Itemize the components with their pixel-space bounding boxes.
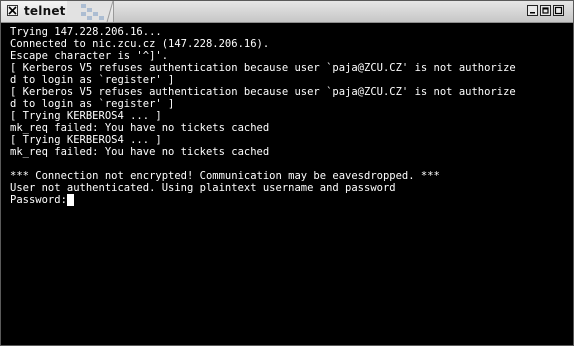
password-prompt[interactable]: Password: [10, 194, 74, 207]
title-bar[interactable]: telnet [1, 1, 573, 23]
window-title: telnet [24, 4, 66, 18]
minimize-button[interactable] [527, 5, 538, 16]
terminal-line: mk_req failed: You have no tickets cache… [10, 146, 270, 158]
window-menu-close-icon[interactable] [7, 5, 18, 16]
minimize-icon [530, 12, 535, 14]
maximize-button[interactable] [540, 5, 551, 16]
text-cursor [66, 194, 74, 206]
maximize-icon [542, 7, 549, 14]
close-icon [554, 6, 563, 15]
telnet-window: telnet Trying 147.228.206.16... Connecte… [0, 0, 574, 346]
close-button[interactable] [553, 5, 564, 16]
title-tab-slope-decoration [67, 1, 114, 22]
terminal-output[interactable]: Trying 147.228.206.16... Connected to ni… [4, 23, 570, 343]
password-prompt-label: Password: [10, 194, 67, 206]
